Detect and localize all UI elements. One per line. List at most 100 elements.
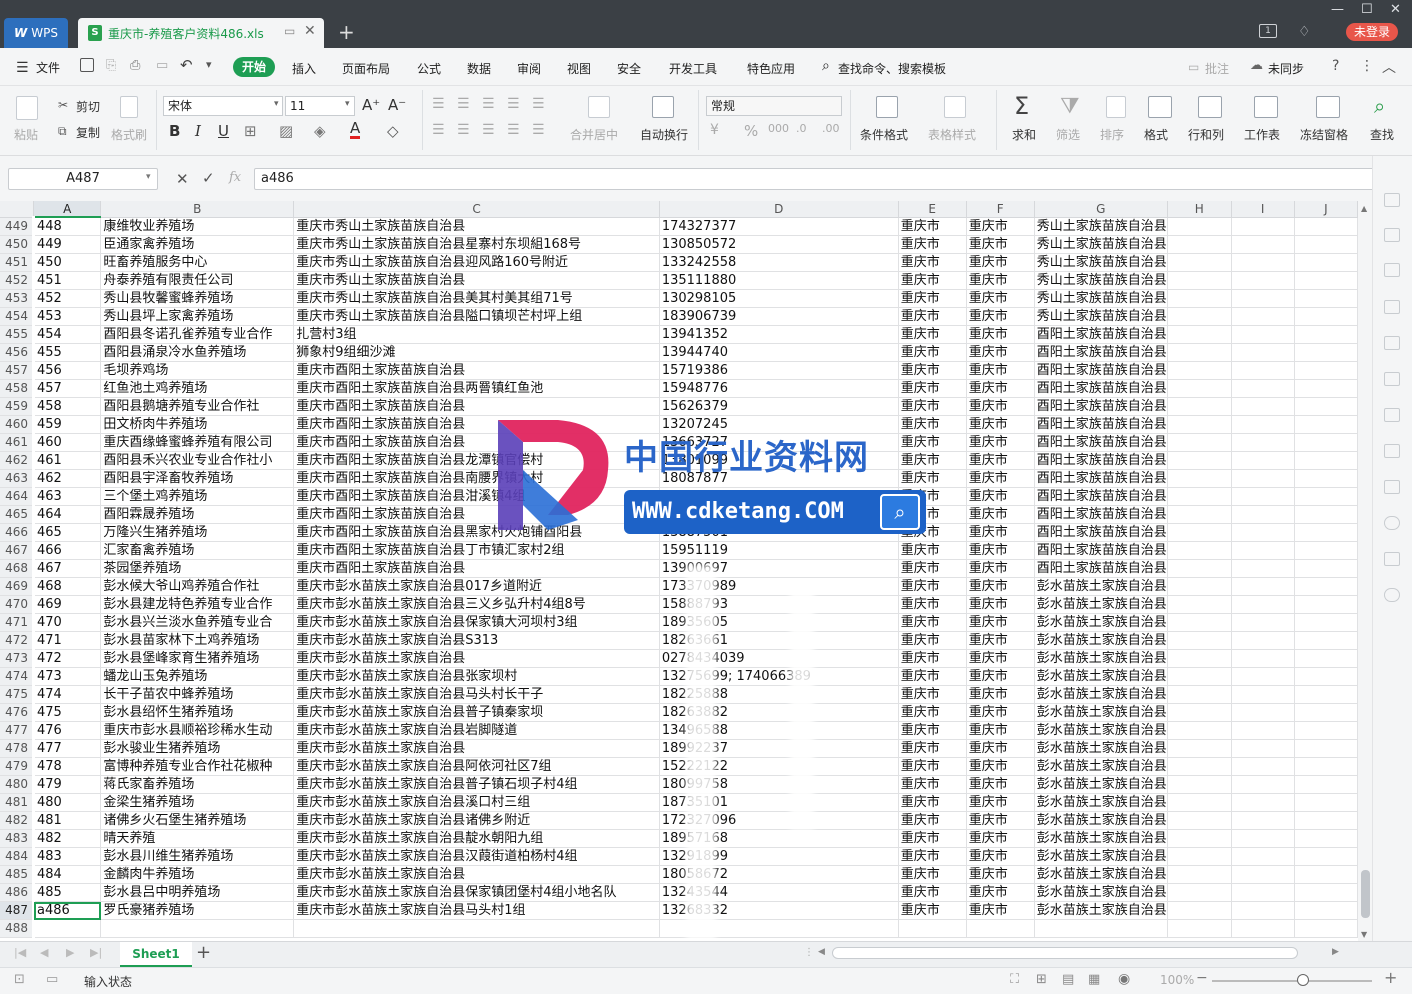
cell-i[interactable] xyxy=(1231,829,1295,848)
cell-b[interactable]: 康维牧业养殖场 xyxy=(100,217,295,236)
cell-g[interactable]: 秀山土家族苗族自治县 xyxy=(1034,271,1168,290)
sheet-tab[interactable]: Sheet1 xyxy=(120,942,192,967)
cell-c[interactable]: 重庆市酉阳土家族苗族自治县丁市镇汇家村2组 xyxy=(293,541,660,560)
cell-j[interactable] xyxy=(1294,361,1358,380)
skin-icon[interactable]: ♢ xyxy=(1298,24,1311,40)
cancel-edit-icon[interactable]: ✕ xyxy=(176,170,189,188)
zoom-in-icon[interactable]: + xyxy=(1384,968,1397,987)
print-preview-icon[interactable]: ▭ xyxy=(156,58,168,73)
row-header[interactable]: 470 xyxy=(0,595,35,614)
cell-c[interactable]: 重庆市彭水苗族土家族自治县汉葭街道柏杨村4组 xyxy=(293,847,660,866)
column-header[interactable]: B xyxy=(100,201,295,218)
cell-i[interactable] xyxy=(1231,253,1295,272)
decrease-font-icon[interactable]: A⁻ xyxy=(388,96,406,114)
cell-i[interactable] xyxy=(1231,775,1295,794)
cell-h[interactable] xyxy=(1167,433,1232,452)
cell-g[interactable]: 酉阳土家族苗族自治县 xyxy=(1034,559,1168,578)
cell-a[interactable]: 481 xyxy=(32,811,102,830)
cell-c[interactable]: 重庆市彭水苗族土家族自治县张家坝村 xyxy=(293,667,660,686)
cell-h[interactable] xyxy=(1167,613,1232,632)
cell-f[interactable]: 重庆市 xyxy=(966,703,1035,722)
freeze-panes-icon[interactable] xyxy=(1316,96,1340,118)
cell-i[interactable] xyxy=(1231,325,1295,344)
cell-d[interactable]: 15951119 xyxy=(659,541,899,560)
cell-h[interactable] xyxy=(1167,469,1232,488)
cell-b[interactable]: 晴天养殖 xyxy=(100,829,295,848)
output-pdf-icon[interactable]: ⎘ xyxy=(106,58,116,73)
copy-button[interactable]: 复制 xyxy=(76,124,100,141)
status-macro-icon[interactable]: ⊡ xyxy=(14,972,25,987)
cell-a[interactable]: 460 xyxy=(32,433,102,452)
row-header[interactable]: 451 xyxy=(0,253,35,272)
paste-label[interactable]: 粘贴 xyxy=(14,126,38,143)
font-name-dropdown-icon[interactable]: ▾ xyxy=(274,99,279,109)
column-header[interactable]: H xyxy=(1167,201,1232,218)
cell-h[interactable] xyxy=(1167,829,1232,848)
align-middle-icon[interactable]: ☰ xyxy=(457,96,470,112)
cell-h[interactable] xyxy=(1167,577,1232,596)
merge-cells-icon[interactable] xyxy=(588,96,610,118)
paste-icon[interactable] xyxy=(16,96,38,120)
find-button[interactable]: 查找 xyxy=(1370,126,1394,143)
cell-f[interactable]: 重庆市 xyxy=(966,235,1035,254)
cell-e[interactable]: 重庆市 xyxy=(898,361,967,380)
cell-f[interactable]: 重庆市 xyxy=(966,469,1035,488)
cell-i[interactable] xyxy=(1231,883,1295,902)
cell-a[interactable]: 480 xyxy=(32,793,102,812)
find-icon[interactable]: ⌕ xyxy=(1374,94,1385,118)
cell-a[interactable]: 464 xyxy=(32,505,102,524)
cell-h[interactable] xyxy=(1167,703,1232,722)
cell-h[interactable] xyxy=(1167,451,1232,470)
sum-icon[interactable]: Σ xyxy=(1014,92,1029,120)
cell-a[interactable]: 470 xyxy=(32,613,102,632)
cell-a[interactable]: 484 xyxy=(32,865,102,884)
row-header[interactable]: 477 xyxy=(0,721,35,740)
help-pane-icon[interactable] xyxy=(1384,408,1400,422)
cell-e[interactable]: 重庆市 xyxy=(898,811,967,830)
cell-d[interactable]: 133242558 xyxy=(659,253,899,272)
cell-a[interactable]: 452 xyxy=(32,289,102,308)
cell-a[interactable]: 451 xyxy=(32,271,102,290)
cell-b[interactable]: 臣通家禽养殖场 xyxy=(100,235,295,254)
cell-i[interactable] xyxy=(1231,685,1295,704)
cell-h[interactable] xyxy=(1167,559,1232,578)
cell-f[interactable]: 重庆市 xyxy=(966,667,1035,686)
cell-e[interactable]: 重庆市 xyxy=(898,613,967,632)
currency-icon[interactable]: ¥ xyxy=(710,122,719,138)
cell-j[interactable] xyxy=(1294,757,1358,776)
increase-font-icon[interactable]: A⁺ xyxy=(362,96,380,114)
cell-b[interactable]: 茶园堡养殖场 xyxy=(100,559,295,578)
row-header[interactable]: 478 xyxy=(0,739,35,758)
cell-d[interactable]: 135111880 xyxy=(659,271,899,290)
cell-f[interactable]: 重庆市 xyxy=(966,883,1035,902)
cell-j[interactable] xyxy=(1294,667,1358,686)
cell-a[interactable]: 449 xyxy=(32,235,102,254)
cell-b[interactable]: 万隆兴生猪养殖场 xyxy=(100,523,295,542)
cell-e[interactable]: 重庆市 xyxy=(898,469,967,488)
cell-j[interactable] xyxy=(1294,235,1358,254)
cell-i[interactable] xyxy=(1231,865,1295,884)
cell-c[interactable]: 重庆市酉阳土家族苗族自治县 xyxy=(293,433,660,452)
command-search[interactable]: 查找命令、搜索模板 xyxy=(838,60,946,77)
sync-status[interactable]: 未同步 xyxy=(1268,60,1304,77)
cell-j[interactable] xyxy=(1294,433,1358,452)
cell-d[interactable]: 130850572 xyxy=(659,235,899,254)
row-header[interactable]: 476 xyxy=(0,703,35,722)
cell-g[interactable]: 彭水苗族土家族自治县 xyxy=(1034,847,1168,866)
cell-g[interactable]: 秀山土家族苗族自治县 xyxy=(1034,253,1168,272)
menu-review[interactable]: 审阅 xyxy=(517,60,541,77)
menu-insert[interactable]: 插入 xyxy=(292,60,316,77)
number-format-select[interactable]: 常规 xyxy=(706,96,842,116)
cell-f[interactable]: 重庆市 xyxy=(966,793,1035,812)
full-screen-icon[interactable]: ⛶ xyxy=(1010,972,1019,987)
page-layout-view-icon[interactable]: ▤ xyxy=(1062,972,1074,987)
wrap-text-icon[interactable] xyxy=(652,96,674,118)
row-header[interactable]: 458 xyxy=(0,379,35,398)
cell-a[interactable]: 465 xyxy=(32,523,102,542)
cell-d[interactable]: 130298105 xyxy=(659,289,899,308)
cell-g[interactable]: 彭水苗族土家族自治县 xyxy=(1034,901,1168,920)
cell-b[interactable]: 彭水县吕中明养殖场 xyxy=(100,883,295,902)
underline-icon[interactable]: U xyxy=(218,122,229,140)
indent-decrease-icon[interactable]: ☰ xyxy=(507,96,520,112)
cell-c[interactable]: 重庆市彭水苗族土家族自治县阿依河社区7组 xyxy=(293,757,660,776)
